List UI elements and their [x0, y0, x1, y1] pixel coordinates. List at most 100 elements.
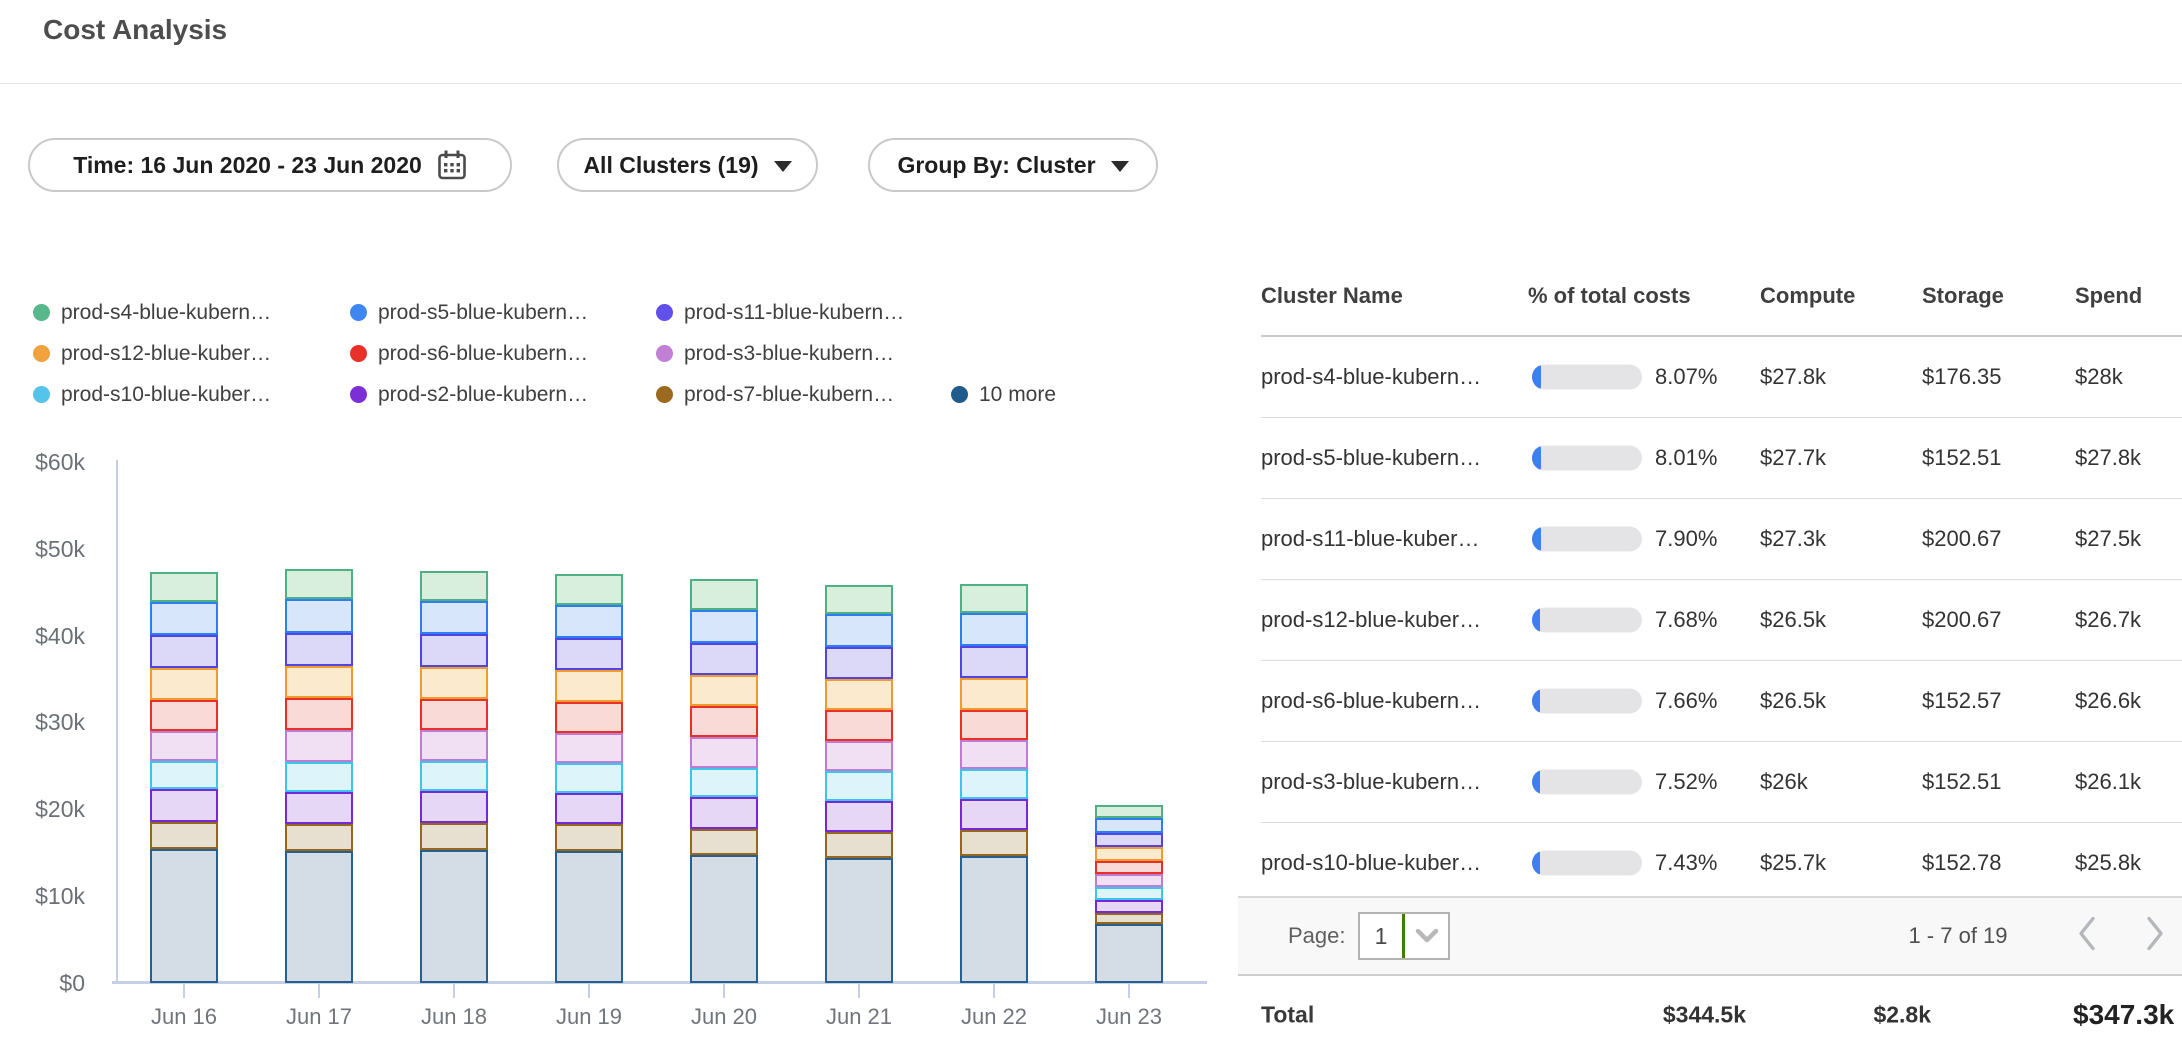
bar-segment[interactable] [150, 731, 218, 761]
bar-segment[interactable] [150, 602, 218, 635]
bar-segment[interactable] [285, 762, 353, 792]
bar-segment[interactable] [825, 858, 893, 983]
prev-page-icon[interactable] [2076, 916, 2098, 957]
bar-segment[interactable] [420, 823, 488, 850]
bar-segment[interactable] [1095, 805, 1163, 818]
clusters-filter-dropdown[interactable]: All Clusters (19) [557, 138, 818, 192]
bar-segment[interactable] [825, 741, 893, 771]
bar-segment[interactable] [285, 633, 353, 666]
bar-segment[interactable] [285, 792, 353, 824]
bar-segment[interactable] [420, 730, 488, 760]
bar-segment[interactable] [690, 737, 758, 767]
bar-segment[interactable] [150, 849, 218, 983]
legend-item[interactable]: prod-s7-blue-kubern… [656, 383, 951, 407]
bar-segment[interactable] [150, 572, 218, 602]
page-select[interactable]: 1 [1358, 912, 1450, 960]
bar-segment[interactable] [825, 771, 893, 801]
bar-segment[interactable] [420, 601, 488, 634]
bar-segment[interactable] [150, 700, 218, 731]
bar-segment[interactable] [150, 635, 218, 668]
bar-segment[interactable] [690, 706, 758, 737]
bar-segment[interactable] [150, 822, 218, 849]
bar-segment[interactable] [690, 643, 758, 675]
bar-segment[interactable] [555, 851, 623, 983]
bar-segment[interactable] [960, 856, 1028, 983]
bar-segment[interactable] [960, 830, 1028, 856]
bar-segment[interactable] [285, 730, 353, 761]
bar-segment[interactable] [1095, 847, 1163, 861]
bar-segment[interactable] [285, 666, 353, 698]
bar-segment[interactable] [690, 855, 758, 983]
bar-segment[interactable] [420, 634, 488, 667]
time-range-button[interactable]: Time: 16 Jun 2020 - 23 Jun 2020 [28, 138, 512, 192]
bar-segment[interactable] [690, 675, 758, 706]
cluster-name-link[interactable]: prod-s12-blue-kuber… [1261, 607, 1481, 633]
bar-segment[interactable] [690, 768, 758, 798]
bar-segment[interactable] [960, 584, 1028, 614]
bar-segment[interactable] [960, 613, 1028, 646]
cluster-name-link[interactable]: prod-s5-blue-kubern… [1261, 445, 1481, 471]
bar-segment[interactable] [555, 702, 623, 733]
bar-segment[interactable] [960, 646, 1028, 678]
bar-segment[interactable] [690, 797, 758, 828]
bar-segment[interactable] [825, 647, 893, 679]
bar-segment[interactable] [555, 763, 623, 793]
cluster-name-link[interactable]: prod-s4-blue-kubern… [1261, 364, 1481, 390]
cluster-name-link[interactable]: prod-s11-blue-kuber… [1261, 526, 1479, 552]
bar-segment[interactable] [825, 832, 893, 858]
bar-segment[interactable] [285, 851, 353, 983]
bar-segment[interactable] [690, 829, 758, 855]
bar-segment[interactable] [420, 791, 488, 823]
cluster-name-link[interactable]: prod-s3-blue-kubern… [1261, 769, 1481, 795]
bar-segment[interactable] [150, 761, 218, 789]
bar-segment[interactable] [555, 638, 623, 670]
bar-segment[interactable] [1095, 913, 1163, 924]
bar-segment[interactable] [285, 824, 353, 851]
bar-segment[interactable] [690, 610, 758, 643]
legend-item[interactable]: prod-s11-blue-kubern… [656, 301, 951, 325]
bar-segment[interactable] [825, 614, 893, 647]
bar-segment[interactable] [825, 679, 893, 710]
bar-segment[interactable] [960, 710, 1028, 740]
legend-item[interactable]: prod-s10-blue-kuber… [33, 383, 350, 407]
bar-segment[interactable] [690, 579, 758, 609]
legend-item[interactable]: 10 more [951, 383, 1056, 407]
next-page-icon[interactable] [2144, 916, 2166, 957]
bar-segment[interactable] [555, 793, 623, 824]
bar-segment[interactable] [150, 668, 218, 700]
bar-segment[interactable] [1095, 833, 1163, 847]
bar-segment[interactable] [960, 799, 1028, 830]
legend-item[interactable]: prod-s6-blue-kubern… [350, 342, 656, 366]
bar-segment[interactable] [1095, 924, 1163, 983]
bar-segment[interactable] [1095, 874, 1163, 887]
bar-segment[interactable] [825, 710, 893, 740]
bar-segment[interactable] [555, 605, 623, 638]
bar-segment[interactable] [285, 569, 353, 599]
bar-segment[interactable] [555, 574, 623, 604]
legend-item[interactable]: prod-s3-blue-kubern… [656, 342, 951, 366]
legend-item[interactable]: prod-s4-blue-kubern… [33, 301, 350, 325]
bar-segment[interactable] [1095, 861, 1163, 874]
bar-segment[interactable] [1095, 887, 1163, 900]
legend-item[interactable]: prod-s12-blue-kuber… [33, 342, 350, 366]
bar-segment[interactable] [420, 761, 488, 791]
bar-segment[interactable] [285, 698, 353, 730]
bar-segment[interactable] [825, 801, 893, 832]
cluster-name-link[interactable]: prod-s10-blue-kuber… [1261, 850, 1481, 876]
legend-item[interactable]: prod-s2-blue-kubern… [350, 383, 656, 407]
bar-segment[interactable] [960, 769, 1028, 799]
bar-segment[interactable] [420, 571, 488, 601]
bar-segment[interactable] [1095, 818, 1163, 833]
bar-segment[interactable] [555, 733, 623, 763]
bar-segment[interactable] [825, 585, 893, 615]
bar-segment[interactable] [555, 670, 623, 702]
bar-segment[interactable] [960, 740, 1028, 770]
cluster-name-link[interactable]: prod-s6-blue-kubern… [1261, 688, 1481, 714]
bar-segment[interactable] [150, 789, 218, 823]
bar-segment[interactable] [420, 850, 488, 983]
legend-item[interactable]: prod-s5-blue-kubern… [350, 301, 656, 325]
group-by-dropdown[interactable]: Group By: Cluster [868, 138, 1158, 192]
bar-segment[interactable] [555, 824, 623, 851]
bar-segment[interactable] [960, 678, 1028, 709]
bar-segment[interactable] [420, 699, 488, 730]
